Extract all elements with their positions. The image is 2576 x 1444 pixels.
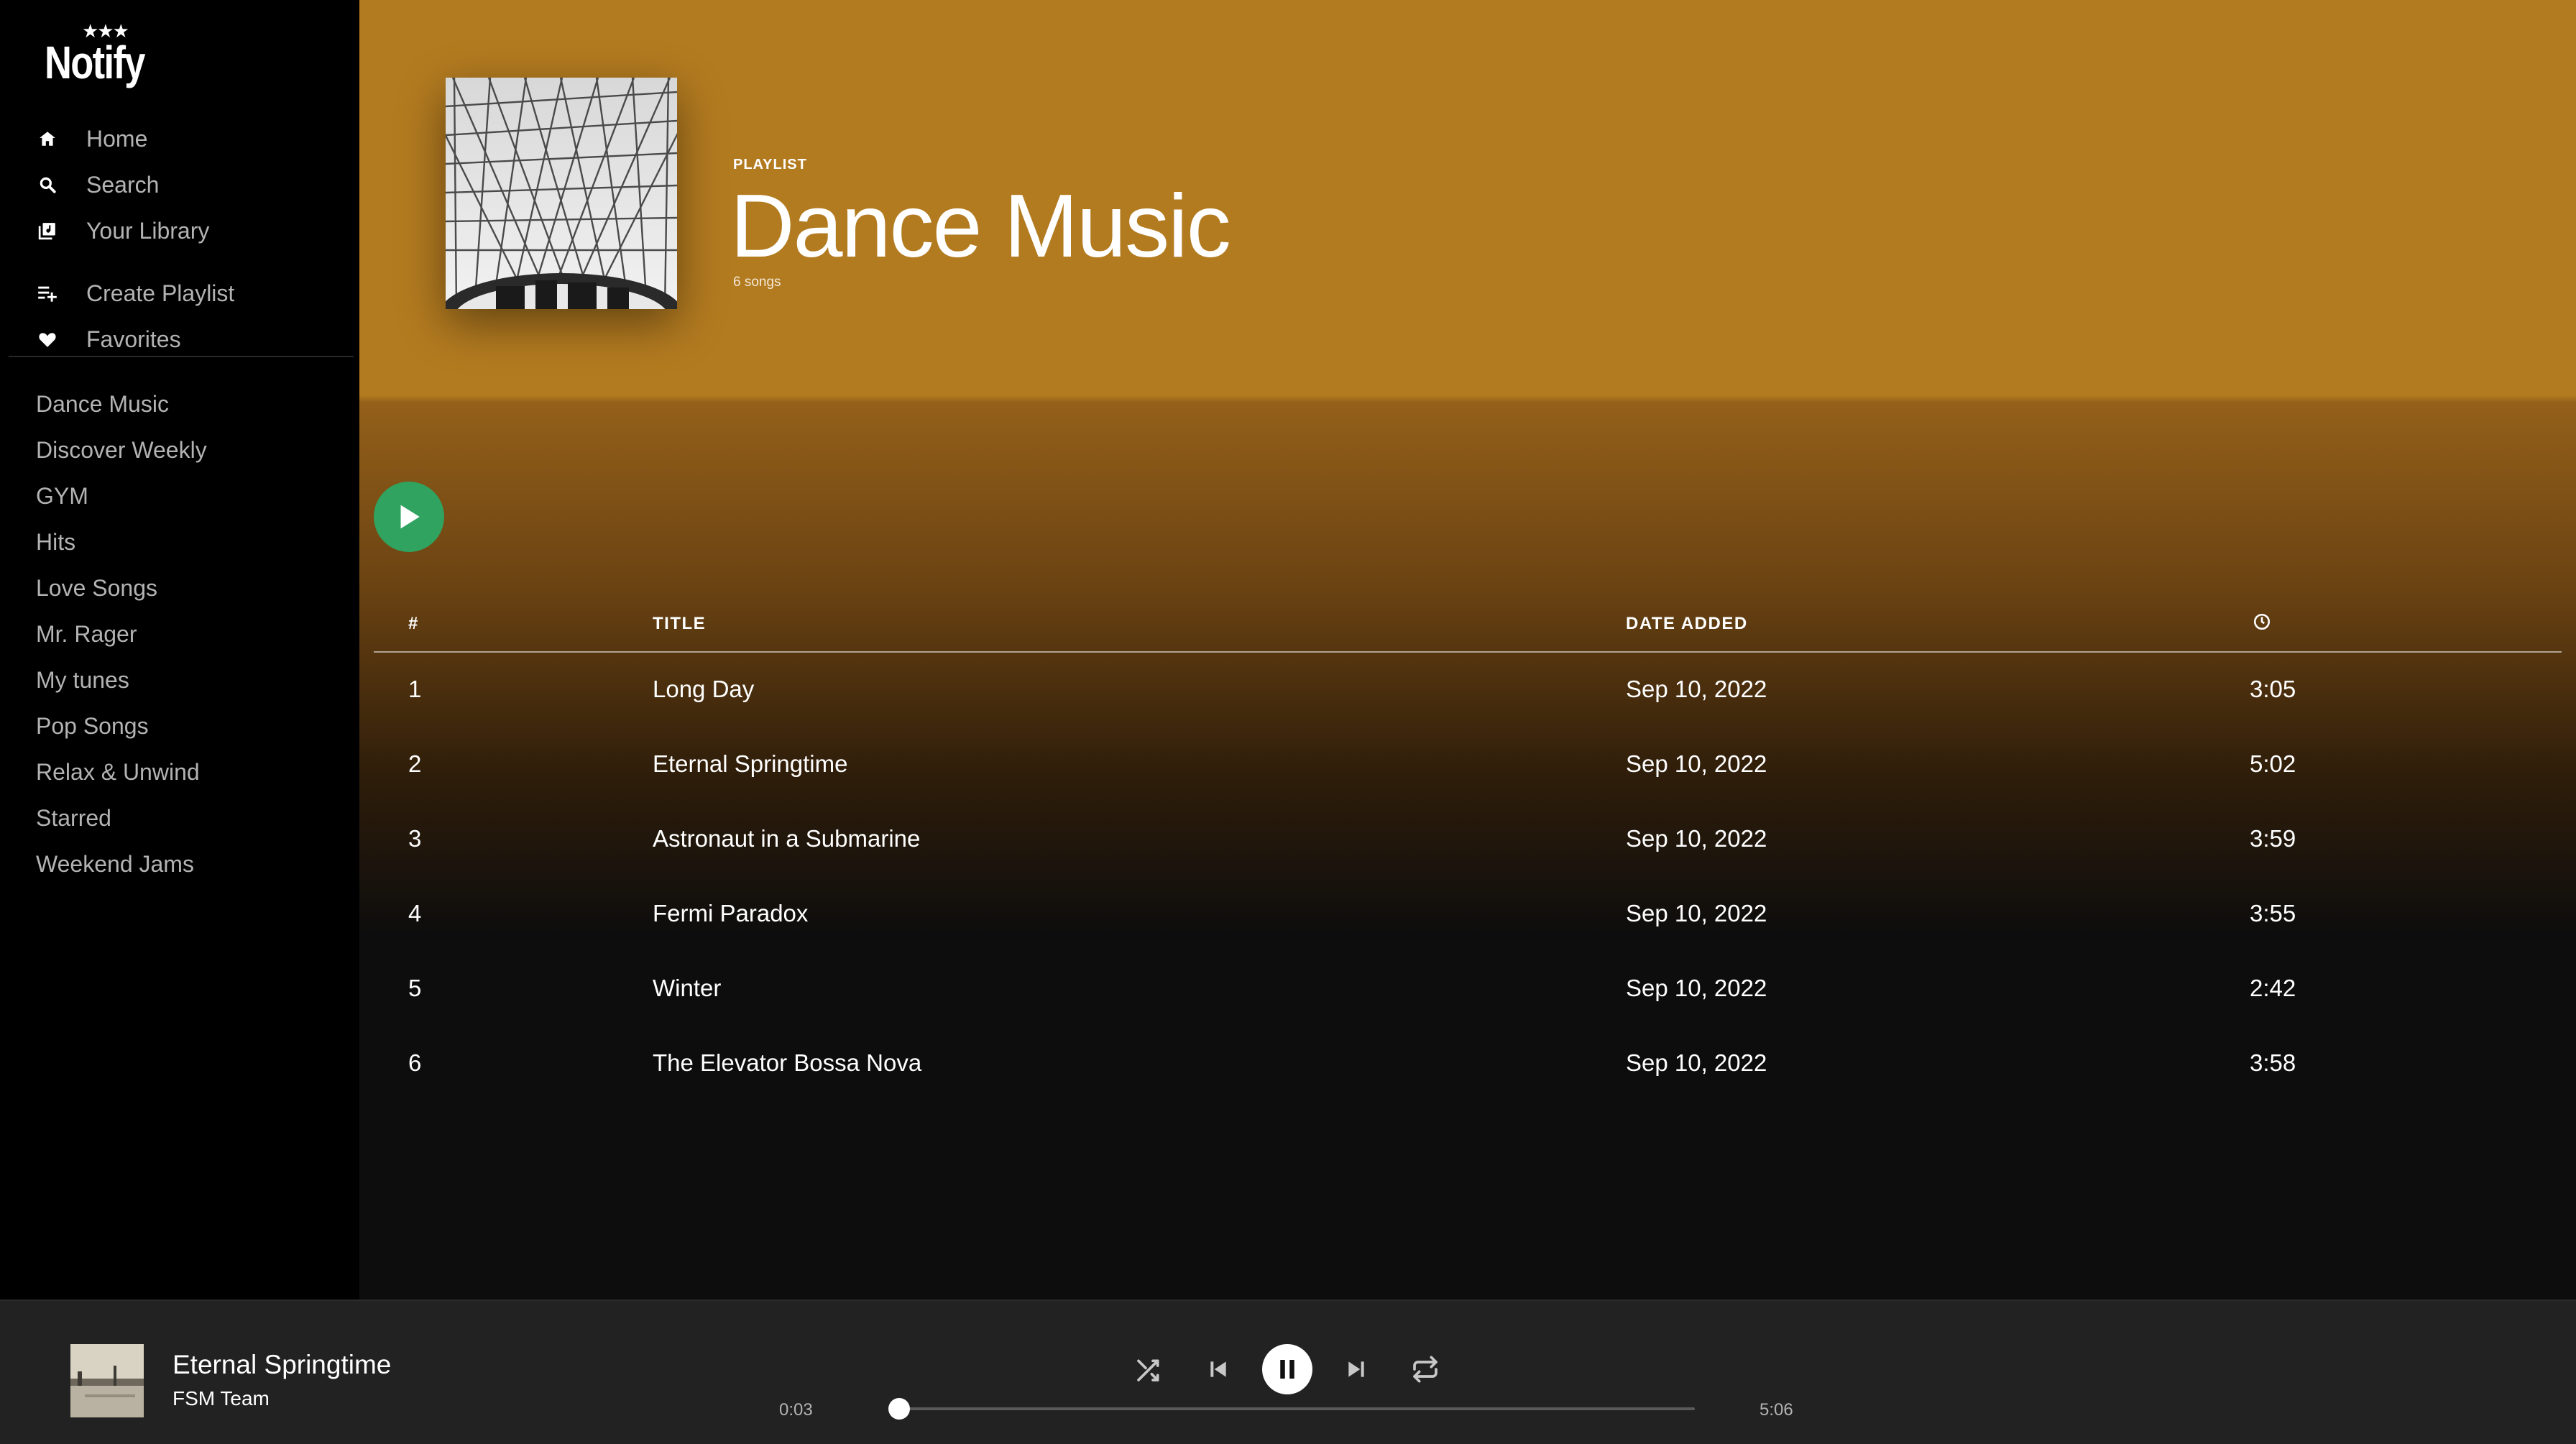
main-content: PLAYLIST Dance Music 6 songs # TITLE DAT… [359, 0, 2576, 1300]
track-date-added: Sep 10, 2022 [1626, 1049, 1767, 1076]
sidebar-playlist-item[interactable]: Love Songs [36, 571, 157, 605]
nav-create-playlist[interactable]: Create Playlist [34, 273, 344, 313]
sidebar-playlist-item[interactable]: Discover Weekly [36, 433, 207, 467]
track-duration: 3:55 [2250, 900, 2296, 926]
track-duration: 5:02 [2250, 750, 2296, 777]
nav-favorites-label: Favorites [86, 326, 181, 352]
progress-thumb[interactable] [888, 1398, 911, 1420]
app-window: ★★★ Notify Home Search Your Library Crea… [0, 0, 2576, 1444]
notify-logo[interactable]: ★★★ Notify [45, 22, 152, 88]
player-bar: Eternal Springtime FSM Team 0:03 5:06 [0, 1300, 2576, 1444]
track-title: Eternal Springtime [653, 750, 848, 777]
table-row[interactable]: 1 Long Day Sep 10, 2022 3:05 [374, 654, 2562, 729]
sidebar-playlist-item[interactable]: Relax & Unwind [36, 755, 200, 789]
pause-icon [1280, 1360, 1294, 1379]
sidebar-playlist-item[interactable]: Mr. Rager [36, 617, 137, 651]
track-duration: 3:59 [2250, 825, 2296, 852]
elapsed-time: 0:03 [779, 1400, 813, 1420]
sidebar-divider [9, 356, 354, 357]
logo-text: Notify [45, 37, 145, 88]
pause-button[interactable] [1262, 1344, 1312, 1394]
sidebar-playlist-item[interactable]: My tunes [36, 663, 129, 697]
nav-search-label: Search [86, 171, 160, 198]
table-row[interactable]: 6 The Elevator Bossa Nova Sep 10, 2022 3:58 [374, 1028, 2562, 1103]
track-table-header: # TITLE DATE ADDED [374, 604, 2562, 653]
column-date-added-header[interactable]: DATE ADDED [1626, 614, 1748, 634]
track-index: 2 [408, 750, 422, 777]
nav-your-library[interactable]: Your Library [34, 211, 344, 251]
track-index: 3 [408, 825, 422, 852]
track-index: 6 [408, 1049, 422, 1076]
nav-home-label: Home [86, 125, 148, 152]
table-row[interactable]: 3 Astronaut in a Submarine Sep 10, 2022 3:5… [374, 804, 2562, 878]
track-date-added: Sep 10, 2022 [1626, 750, 1767, 777]
track-title: Astronaut in a Submarine [653, 825, 921, 852]
shuffle-button[interactable] [1124, 1344, 1174, 1394]
library-icon [34, 218, 60, 244]
sidebar-playlist-item[interactable]: Pop Songs [36, 709, 149, 743]
playlist-cover-image[interactable] [446, 78, 677, 309]
track-date-added: Sep 10, 2022 [1626, 900, 1767, 926]
column-title-header[interactable]: TITLE [653, 614, 706, 634]
skip-back-icon [1210, 1361, 1226, 1377]
nav-favorites[interactable]: Favorites [34, 319, 344, 359]
nav-search[interactable]: Search [34, 165, 344, 205]
search-icon [34, 172, 60, 198]
add-to-playlist-icon [34, 280, 60, 306]
playlist-song-count: 6 songs [733, 275, 781, 290]
track-index: 4 [408, 900, 422, 926]
playlist-type-label: PLAYLIST [733, 157, 807, 173]
track-title: The Elevator Bossa Nova [653, 1049, 922, 1076]
sidebar-playlist-item[interactable]: GYM [36, 479, 88, 513]
nav-create-playlist-label: Create Playlist [86, 280, 235, 306]
track-index: 1 [408, 676, 422, 702]
skip-forward-icon [1348, 1361, 1364, 1377]
sidebar-playlist-item[interactable]: Dance Music [36, 387, 169, 421]
track-title: Winter [653, 975, 722, 1001]
track-duration: 2:42 [2250, 975, 2296, 1001]
next-button[interactable] [1331, 1344, 1381, 1394]
track-title: Fermi Paradox [653, 900, 809, 926]
sidebar-playlist-item[interactable]: Starred [36, 801, 111, 835]
sidebar: ★★★ Notify Home Search Your Library Crea… [0, 0, 359, 1300]
play-playlist-button[interactable] [374, 482, 444, 552]
table-row[interactable]: 5 Winter Sep 10, 2022 2:42 [374, 953, 2562, 1028]
table-row[interactable]: 2 Eternal Springtime Sep 10, 2022 5:02 [374, 729, 2562, 804]
nav-library-label: Your Library [86, 217, 210, 244]
repeat-icon [1413, 1356, 1438, 1383]
previous-button[interactable] [1193, 1344, 1243, 1394]
track-title: Long Day [653, 676, 755, 702]
clock-icon[interactable] [2253, 612, 2271, 636]
now-playing-album-art[interactable] [70, 1344, 144, 1417]
playlist-header [359, 0, 2576, 396]
track-date-added: Sep 10, 2022 [1626, 975, 1767, 1001]
play-icon [400, 505, 420, 529]
now-playing-title[interactable]: Eternal Springtime [172, 1350, 391, 1380]
home-icon [34, 126, 60, 152]
nav-home[interactable]: Home [34, 119, 344, 159]
column-index-header: # [408, 614, 419, 633]
heart-icon [34, 326, 60, 352]
track-duration: 3:58 [2250, 1049, 2296, 1076]
progress-bar[interactable] [888, 1398, 1695, 1420]
track-date-added: Sep 10, 2022 [1626, 676, 1767, 702]
sidebar-playlist-item[interactable]: Weekend Jams [36, 847, 194, 881]
playlist-title: Dance Music [730, 177, 1231, 276]
total-time: 5:06 [1760, 1400, 1793, 1420]
track-index: 5 [408, 975, 422, 1001]
track-duration: 3:05 [2250, 676, 2296, 702]
track-date-added: Sep 10, 2022 [1626, 825, 1767, 852]
repeat-button[interactable] [1400, 1344, 1450, 1394]
table-row[interactable]: 4 Fermi Paradox Sep 10, 2022 3:55 [374, 878, 2562, 953]
shuffle-icon [1137, 1359, 1159, 1381]
now-playing-artist[interactable]: FSM Team [172, 1387, 270, 1410]
sidebar-playlist-item[interactable]: Hits [36, 525, 75, 559]
